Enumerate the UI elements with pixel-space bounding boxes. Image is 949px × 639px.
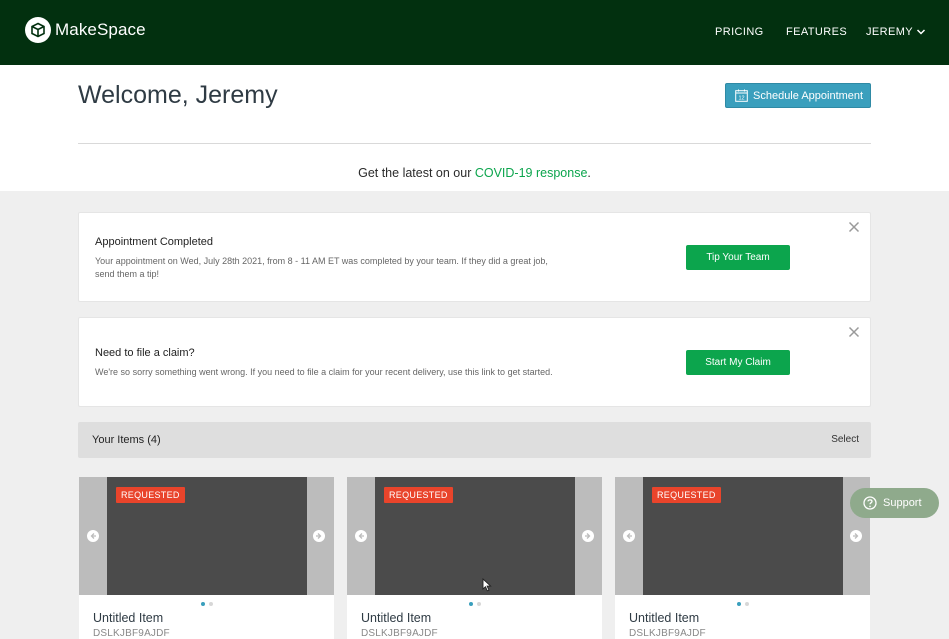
- items-header: Your Items (4) Select: [78, 422, 871, 458]
- item-card[interactable]: REQUESTED Untitled Item DSLKJBF9AJDF: [347, 477, 602, 639]
- schedule-appointment-button[interactable]: 12 Schedule Appointment: [725, 83, 871, 108]
- appointment-completed-card: Appointment Completed Your appointment o…: [78, 212, 871, 302]
- item-name: Untitled Item: [361, 611, 432, 625]
- card-title: Need to file a claim?: [95, 347, 195, 359]
- carousel-dot[interactable]: [744, 602, 749, 606]
- item-image-carousel: REQUESTED: [79, 477, 334, 595]
- covid-link[interactable]: COVID-19 response: [475, 166, 588, 180]
- items-title: Your Items (4): [92, 434, 161, 446]
- nav-pricing[interactable]: PRICING: [715, 26, 764, 38]
- covid-text: Get the latest on our: [358, 166, 475, 180]
- item-card[interactable]: REQUESTED Untitled Item DSLKJBF9AJDF: [615, 477, 870, 639]
- item-image-carousel: REQUESTED: [615, 477, 870, 595]
- cube-logo-icon: [25, 17, 51, 43]
- question-circle-icon: [863, 496, 877, 510]
- arrow-right-icon[interactable]: [582, 530, 594, 542]
- select-button[interactable]: Select: [831, 434, 859, 445]
- chevron-down-icon: [917, 29, 926, 35]
- start-claim-button[interactable]: Start My Claim: [686, 350, 790, 375]
- carousel-dots: [615, 602, 870, 606]
- arrow-right-icon[interactable]: [313, 530, 325, 542]
- arrow-left-icon[interactable]: [623, 530, 635, 542]
- item-image-carousel: REQUESTED: [347, 477, 602, 595]
- carousel-dot[interactable]: [200, 602, 205, 606]
- file-claim-card: Need to file a claim? We're so sorry som…: [78, 317, 871, 407]
- mouse-cursor-icon: [482, 578, 492, 592]
- nav-features[interactable]: FEATURES: [786, 26, 847, 38]
- schedule-appointment-label: Schedule Appointment: [753, 89, 864, 102]
- svg-text:12: 12: [738, 96, 744, 102]
- covid-suffix: .: [587, 166, 591, 180]
- support-button[interactable]: Support: [850, 488, 939, 518]
- carousel-dot[interactable]: [736, 602, 741, 606]
- item-card[interactable]: REQUESTED Untitled Item DSLKJBF9AJDF: [79, 477, 334, 639]
- item-code: DSLKJBF9AJDF: [361, 628, 438, 639]
- item-code: DSLKJBF9AJDF: [629, 628, 706, 639]
- top-nav: MakeSpace PRICING FEATURES JEREMY: [0, 0, 949, 65]
- carousel-dot[interactable]: [476, 602, 481, 606]
- item-code: DSLKJBF9AJDF: [93, 628, 170, 639]
- carousel-dots: [79, 602, 334, 606]
- status-badge: REQUESTED: [384, 487, 453, 503]
- arrow-left-icon[interactable]: [355, 530, 367, 542]
- card-title: Appointment Completed: [95, 236, 214, 248]
- card-body: Your appointment on Wed, July 28th 2021,…: [95, 256, 548, 279]
- header-divider: [78, 143, 871, 144]
- brand-logo[interactable]: MakeSpace: [25, 17, 146, 43]
- page-title: Welcome, Jeremy: [78, 81, 278, 109]
- item-name: Untitled Item: [93, 611, 164, 625]
- support-label: Support: [883, 497, 922, 509]
- carousel-dot[interactable]: [208, 602, 213, 606]
- close-icon[interactable]: [848, 221, 860, 233]
- arrow-right-icon[interactable]: [850, 530, 862, 542]
- item-name: Untitled Item: [629, 611, 700, 625]
- status-badge: REQUESTED: [652, 487, 721, 503]
- calendar-icon: 12: [735, 89, 748, 102]
- carousel-dot[interactable]: [468, 602, 473, 606]
- card-body: We're so sorry something went wrong. If …: [95, 367, 553, 377]
- brand-name: MakeSpace: [55, 20, 146, 39]
- close-icon[interactable]: [848, 326, 860, 338]
- nav-user-menu[interactable]: JEREMY: [866, 26, 926, 38]
- tip-team-button[interactable]: Tip Your Team: [686, 245, 790, 270]
- nav-user-label: JEREMY: [866, 26, 914, 38]
- covid-banner: Get the latest on our COVID-19 response.: [0, 166, 949, 180]
- carousel-dots: [347, 602, 602, 606]
- status-badge: REQUESTED: [116, 487, 185, 503]
- arrow-left-icon[interactable]: [87, 530, 99, 542]
